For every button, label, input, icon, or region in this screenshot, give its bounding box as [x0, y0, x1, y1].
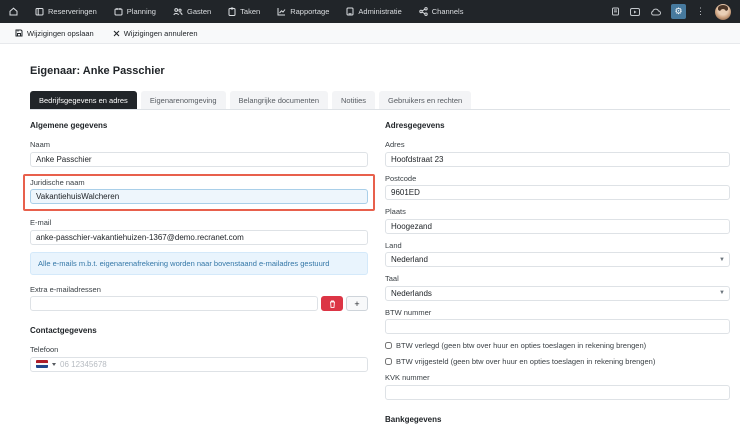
add-email-button[interactable]: +	[346, 296, 368, 311]
chevron-down-icon: ▼	[719, 257, 725, 263]
avatar[interactable]	[715, 4, 731, 20]
land-select-value: Nederland	[391, 255, 428, 264]
section-bankgegevens: Bankgegevens IBAN	[385, 415, 730, 431]
nav-item-label: Taken	[240, 7, 260, 16]
tab-eigenarenomgeving[interactable]: Eigenarenomgeving	[141, 91, 226, 109]
nav-item-gasten[interactable]: Gasten	[173, 7, 211, 16]
kvk-nummer-label: KVK nummer	[385, 373, 730, 382]
page-title: Eigenaar: Anke Passchier	[30, 65, 730, 77]
top-navbar: Reserveringen Planning Gasten Taken Rapp…	[0, 0, 740, 23]
page-content: Eigenaar: Anke Passchier Bedrijfsgegeven…	[0, 65, 740, 431]
video-icon[interactable]	[630, 8, 640, 16]
email-info-alert: Alle e-mails m.b.t. eigenarenafrekening …	[30, 252, 368, 275]
section-algemene-gegevens: Algemene gegevens Naam Juridische naam E…	[30, 121, 368, 431]
btw-verlegd-checkbox-row: BTW verlegd (geen btw over huur en optie…	[385, 341, 730, 350]
tab-bar: Bedrijfsgegevens en adres Eigenarenomgev…	[30, 91, 730, 110]
planning-icon	[114, 7, 123, 16]
nav-item-label: Gasten	[187, 7, 211, 16]
cancel-button-label: Wijzigingen annuleren	[124, 29, 198, 38]
navbar-utilities: ⚙ ⋮	[611, 4, 731, 20]
btw-vrijgesteld-checkbox[interactable]	[385, 358, 392, 365]
section-title: Adresgegevens	[385, 121, 730, 130]
taal-label: Taal	[385, 274, 730, 283]
postcode-label: Postcode	[385, 174, 730, 183]
telefoon-field	[30, 357, 368, 372]
cloud-icon[interactable]	[650, 8, 661, 16]
guests-icon	[173, 7, 183, 16]
annotation-highlight: Juridische naam	[23, 174, 375, 212]
gear-icon[interactable]: ⚙	[671, 4, 686, 19]
btw-verlegd-checkbox[interactable]	[385, 342, 392, 349]
tab-notities[interactable]: Notities	[332, 91, 375, 109]
delete-email-button[interactable]	[321, 296, 343, 311]
action-toolbar: Wijzigingen opslaan Wijzigingen annulere…	[0, 23, 740, 44]
close-icon	[113, 30, 120, 37]
navbar-menu: Reserveringen Planning Gasten Taken Rapp…	[9, 7, 611, 16]
telefoon-input[interactable]	[60, 360, 362, 369]
adres-input[interactable]	[385, 152, 730, 167]
tasks-icon	[228, 7, 236, 16]
naam-input[interactable]	[30, 152, 368, 167]
trash-icon	[329, 300, 336, 308]
netherlands-flag-icon[interactable]	[36, 360, 48, 368]
cancel-button[interactable]: Wijzigingen annuleren	[113, 29, 198, 38]
chevron-down-icon[interactable]	[52, 363, 56, 366]
naam-label: Naam	[30, 140, 368, 149]
reservations-icon	[35, 7, 44, 16]
kvk-nummer-input[interactable]	[385, 385, 730, 400]
email-label: E-mail	[30, 218, 368, 227]
tab-belangrijke-documenten[interactable]: Belangrijke documenten	[230, 91, 328, 109]
nav-item-label: Channels	[432, 7, 464, 16]
tab-gebruikers-en-rechten[interactable]: Gebruikers en rechten	[379, 91, 471, 109]
taal-select[interactable]: Nederlands ▼	[385, 286, 730, 301]
nav-item-channels[interactable]: Channels	[419, 7, 464, 16]
nav-item-administratie[interactable]: Administratie	[346, 7, 401, 16]
home-icon[interactable]	[9, 7, 18, 16]
nav-item-label: Planning	[127, 7, 156, 16]
nav-item-rapportage[interactable]: Rapportage	[277, 7, 329, 16]
postcode-input[interactable]	[385, 185, 730, 200]
juridische-naam-input[interactable]	[30, 189, 368, 204]
section-title: Algemene gegevens	[30, 121, 368, 130]
section-title: Contactgegevens	[30, 326, 368, 335]
administration-icon	[346, 7, 354, 16]
docs-icon[interactable]	[611, 7, 620, 16]
btw-verlegd-label: BTW verlegd (geen btw over huur en optie…	[396, 341, 646, 350]
nav-item-label: Rapportage	[290, 7, 329, 16]
nav-item-reserveringen[interactable]: Reserveringen	[35, 7, 97, 16]
land-select[interactable]: Nederland ▼	[385, 252, 730, 267]
save-button-label: Wijzigingen opslaan	[27, 29, 94, 38]
kebab-menu-icon[interactable]: ⋮	[696, 7, 705, 16]
btw-nummer-input[interactable]	[385, 319, 730, 334]
taal-select-value: Nederlands	[391, 289, 432, 298]
save-button[interactable]: Wijzigingen opslaan	[15, 29, 94, 38]
extra-emailadressen-label: Extra e-mailadressen	[30, 285, 368, 294]
land-label: Land	[385, 241, 730, 250]
telefoon-label: Telefoon	[30, 345, 368, 354]
btw-vrijgesteld-label: BTW vrijgesteld (geen btw over huur en o…	[396, 357, 655, 366]
section-adresgegevens: Adresgegevens Adres Postcode Plaats Land…	[385, 121, 730, 431]
nav-item-label: Administratie	[358, 7, 401, 16]
section-contactgegevens: Contactgegevens Telefoon	[30, 326, 368, 372]
chevron-down-icon: ▼	[719, 290, 725, 296]
juridische-naam-label: Juridische naam	[30, 178, 368, 187]
section-title: Bankgegevens	[385, 415, 730, 424]
nav-item-label: Reserveringen	[48, 7, 97, 16]
channels-icon	[419, 7, 428, 16]
extra-email-input[interactable]	[30, 296, 318, 311]
nav-item-taken[interactable]: Taken	[228, 7, 260, 16]
save-icon	[15, 29, 23, 37]
email-input[interactable]	[30, 230, 368, 245]
tab-bedrijfsgegevens-en-adres[interactable]: Bedrijfsgegevens en adres	[30, 91, 137, 109]
reports-icon	[277, 7, 286, 16]
plaats-input[interactable]	[385, 219, 730, 234]
plaats-label: Plaats	[385, 207, 730, 216]
btw-nummer-label: BTW nummer	[385, 308, 730, 317]
adres-label: Adres	[385, 140, 730, 149]
btw-vrijgesteld-checkbox-row: BTW vrijgesteld (geen btw over huur en o…	[385, 357, 730, 366]
nav-item-planning[interactable]: Planning	[114, 7, 156, 16]
